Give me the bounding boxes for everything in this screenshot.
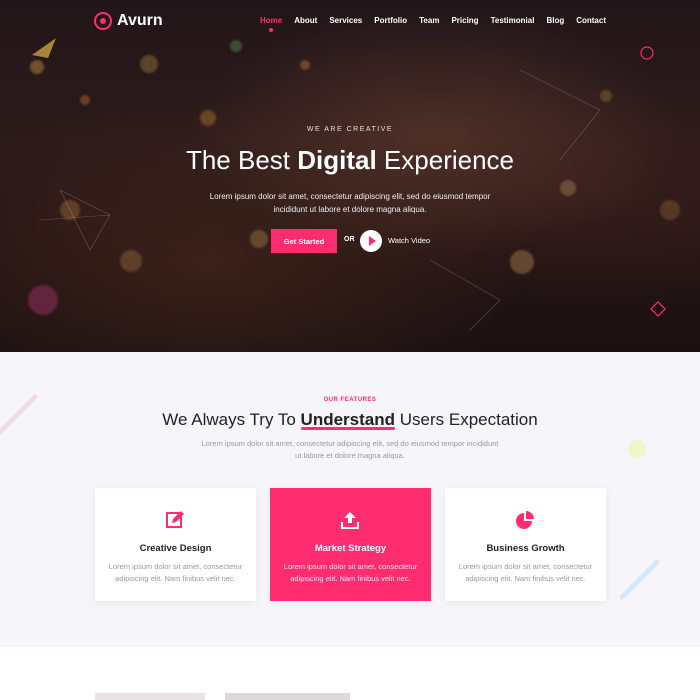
feature-card-title: Business Growth: [486, 543, 565, 554]
play-video-button[interactable]: [360, 230, 382, 252]
features-title: We Always Try To Understand Users Expect…: [0, 410, 700, 430]
feature-card-text: Lorem ipsum dolor sit amet, consectetur …: [458, 562, 593, 583]
nav-item-testimonial[interactable]: Testimonial: [491, 16, 535, 25]
logo[interactable]: Avurn: [94, 12, 163, 30]
hero-description: Lorem ipsum dolor sit amet, consectetur …: [209, 192, 491, 214]
hero-title-pre: The Best: [185, 145, 298, 175]
upload-icon: [341, 512, 359, 529]
pie-chart-icon: [516, 511, 534, 529]
logo-ring-icon: [94, 12, 112, 30]
nav-item-team[interactable]: Team: [419, 16, 439, 25]
feature-card-market-strategy[interactable]: Market Strategy Lorem ipsum dolor sit am…: [270, 488, 431, 601]
features-kicker: OUR FEATURES: [323, 397, 377, 403]
features-section: OUR FEATURES We Always Try To Understand…: [0, 352, 700, 647]
preview-image: [225, 693, 350, 700]
feature-card-text: Lorem ipsum dolor sit amet, consectetur …: [283, 562, 418, 583]
nav-item-blog[interactable]: Blog: [546, 16, 564, 25]
hero-title-highlight: Digital: [297, 145, 377, 175]
nav-item-services[interactable]: Services: [329, 16, 362, 25]
play-icon: [368, 236, 376, 246]
main-menu: Home About Services Portfolio Team Prici…: [248, 16, 606, 32]
top-navbar: Avurn Home About Services Portfolio Team…: [0, 0, 700, 44]
features-title-pre: We Always Try To: [162, 410, 301, 429]
preview-image: [95, 693, 205, 700]
circle-shape: [640, 46, 654, 60]
feature-card-text: Lorem ipsum dolor sit amet, consectetur …: [108, 562, 243, 583]
hero-title: The Best Digital Experience: [0, 145, 700, 176]
diamond-shape: [650, 301, 666, 317]
or-label: OR: [344, 236, 355, 243]
nav-item-pricing[interactable]: Pricing: [451, 16, 478, 25]
feature-card-business-growth[interactable]: Business Growth Lorem ipsum dolor sit am…: [445, 488, 606, 601]
features-description: Lorem ipsum dolor sit amet, consectetur …: [201, 439, 499, 460]
nav-item-about[interactable]: About: [294, 16, 317, 25]
next-section: [0, 647, 700, 700]
get-started-button[interactable]: Get Started: [271, 229, 337, 253]
watch-video-link[interactable]: Watch Video: [388, 236, 430, 245]
hero-section: Avurn Home About Services Portfolio Team…: [0, 0, 700, 352]
hero-kicker: WE ARE CREATIVE: [306, 126, 394, 133]
edit-icon: [166, 511, 184, 528]
features-title-post: Users Expectation: [395, 410, 538, 429]
nav-item-portfolio[interactable]: Portfolio: [374, 16, 407, 25]
feature-card-title: Market Strategy: [314, 543, 387, 554]
nav-item-contact[interactable]: Contact: [576, 16, 606, 25]
decorative-shapes: [32, 38, 666, 331]
hero-title-post: Experience: [376, 145, 515, 175]
logo-text: Avurn: [117, 12, 163, 29]
features-title-highlight: Understand: [300, 410, 396, 429]
feature-card-creative-design[interactable]: Creative Design Lorem ipsum dolor sit am…: [95, 488, 256, 601]
feature-card-title: Creative Design: [139, 543, 212, 554]
decor-dot: [628, 440, 646, 458]
decor-stroke: [619, 559, 660, 600]
nav-item-home[interactable]: Home: [260, 16, 282, 32]
